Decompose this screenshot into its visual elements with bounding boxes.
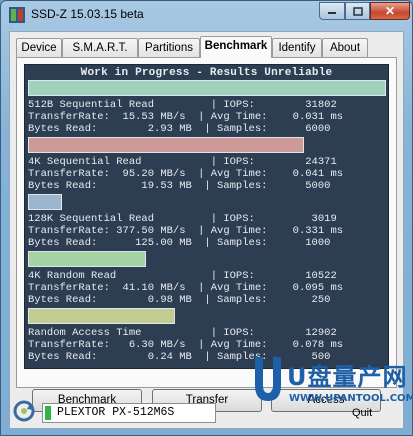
result-line: 4K Random Read | IOPS: 10522 (28, 270, 337, 282)
minimize-button[interactable] (319, 2, 345, 20)
result-line: TransferRate: 15.53 MB/s | Avg Time: 0.0… (28, 111, 344, 123)
result-line: Bytes Read: 0.98 MB | Samples: 250 (28, 294, 331, 306)
result-line: 4K Sequential Read | IOPS: 24371 (28, 156, 337, 168)
result-progress-bar (28, 308, 175, 324)
tab-device[interactable]: Device (16, 38, 62, 57)
title-bar[interactable]: SSD-Z 15.03.15 beta ✕ (1, 1, 412, 29)
watermark-url: WWW.UPANTOOL.COM (289, 393, 413, 404)
maximize-button[interactable] (345, 2, 370, 20)
console-header: Work in Progress - Results Unreliable (80, 67, 333, 79)
result-line: Bytes Read: 19.53 MB | Samples: 5000 (28, 180, 331, 192)
benchmark-panel: Work in Progress - Results Unreliable 51… (16, 57, 397, 412)
minimize-icon (328, 12, 336, 14)
result-progress-bar (28, 194, 62, 210)
app-window: SSD-Z 15.03.15 beta ✕ Device S.M.A.R.T. … (0, 0, 413, 436)
result-line: TransferRate: 377.50 MB/s | Avg Time: 0.… (28, 225, 344, 237)
tab-identify[interactable]: Identify (272, 38, 322, 57)
drive-name: PLEXTOR PX-512M6S (57, 406, 175, 419)
result-progress-bar (28, 251, 146, 267)
result-line: TransferRate: 6.30 MB/s | Avg Time: 0.07… (28, 339, 344, 351)
watermark-u-icon (255, 357, 281, 401)
watermark-text: U盘量产网 (287, 363, 408, 391)
result-line: 512B Sequential Read | IOPS: 31802 (28, 99, 337, 111)
close-icon: ✕ (384, 4, 396, 18)
tab-benchmark[interactable]: Benchmark (200, 36, 272, 58)
drive-status-indicator (45, 406, 51, 420)
drive-refresh-icon[interactable] (12, 399, 36, 423)
tab-smart[interactable]: S.M.A.R.T. (62, 38, 138, 57)
tab-partitions[interactable]: Partitions (138, 38, 200, 57)
result-progress-bar (28, 80, 386, 96)
result-line: 128K Sequential Read | IOPS: 3019 (28, 213, 337, 225)
result-line: TransferRate: 95.20 MB/s | Avg Time: 0.0… (28, 168, 344, 180)
window-title: SSD-Z 15.03.15 beta (31, 7, 144, 21)
result-line: Random Access Time | IOPS: 12902 (28, 327, 337, 339)
result-progress-bar (28, 137, 304, 153)
maximize-icon (352, 6, 363, 16)
results-console: Work in Progress - Results Unreliable 51… (24, 64, 389, 369)
app-icon (9, 7, 25, 23)
drive-selector[interactable]: PLEXTOR PX-512M6S (42, 403, 216, 423)
close-button[interactable]: ✕ (370, 2, 410, 20)
result-line: TransferRate: 41.10 MB/s | Avg Time: 0.0… (28, 282, 344, 294)
tab-about[interactable]: About (322, 38, 368, 57)
result-line: Bytes Read: 2.93 MB | Samples: 6000 (28, 123, 331, 135)
result-line: Bytes Read: 125.00 MB | Samples: 1000 (28, 237, 331, 249)
watermark-logo: U盘量产网 WWW.UPANTOOL.COM (251, 353, 413, 433)
